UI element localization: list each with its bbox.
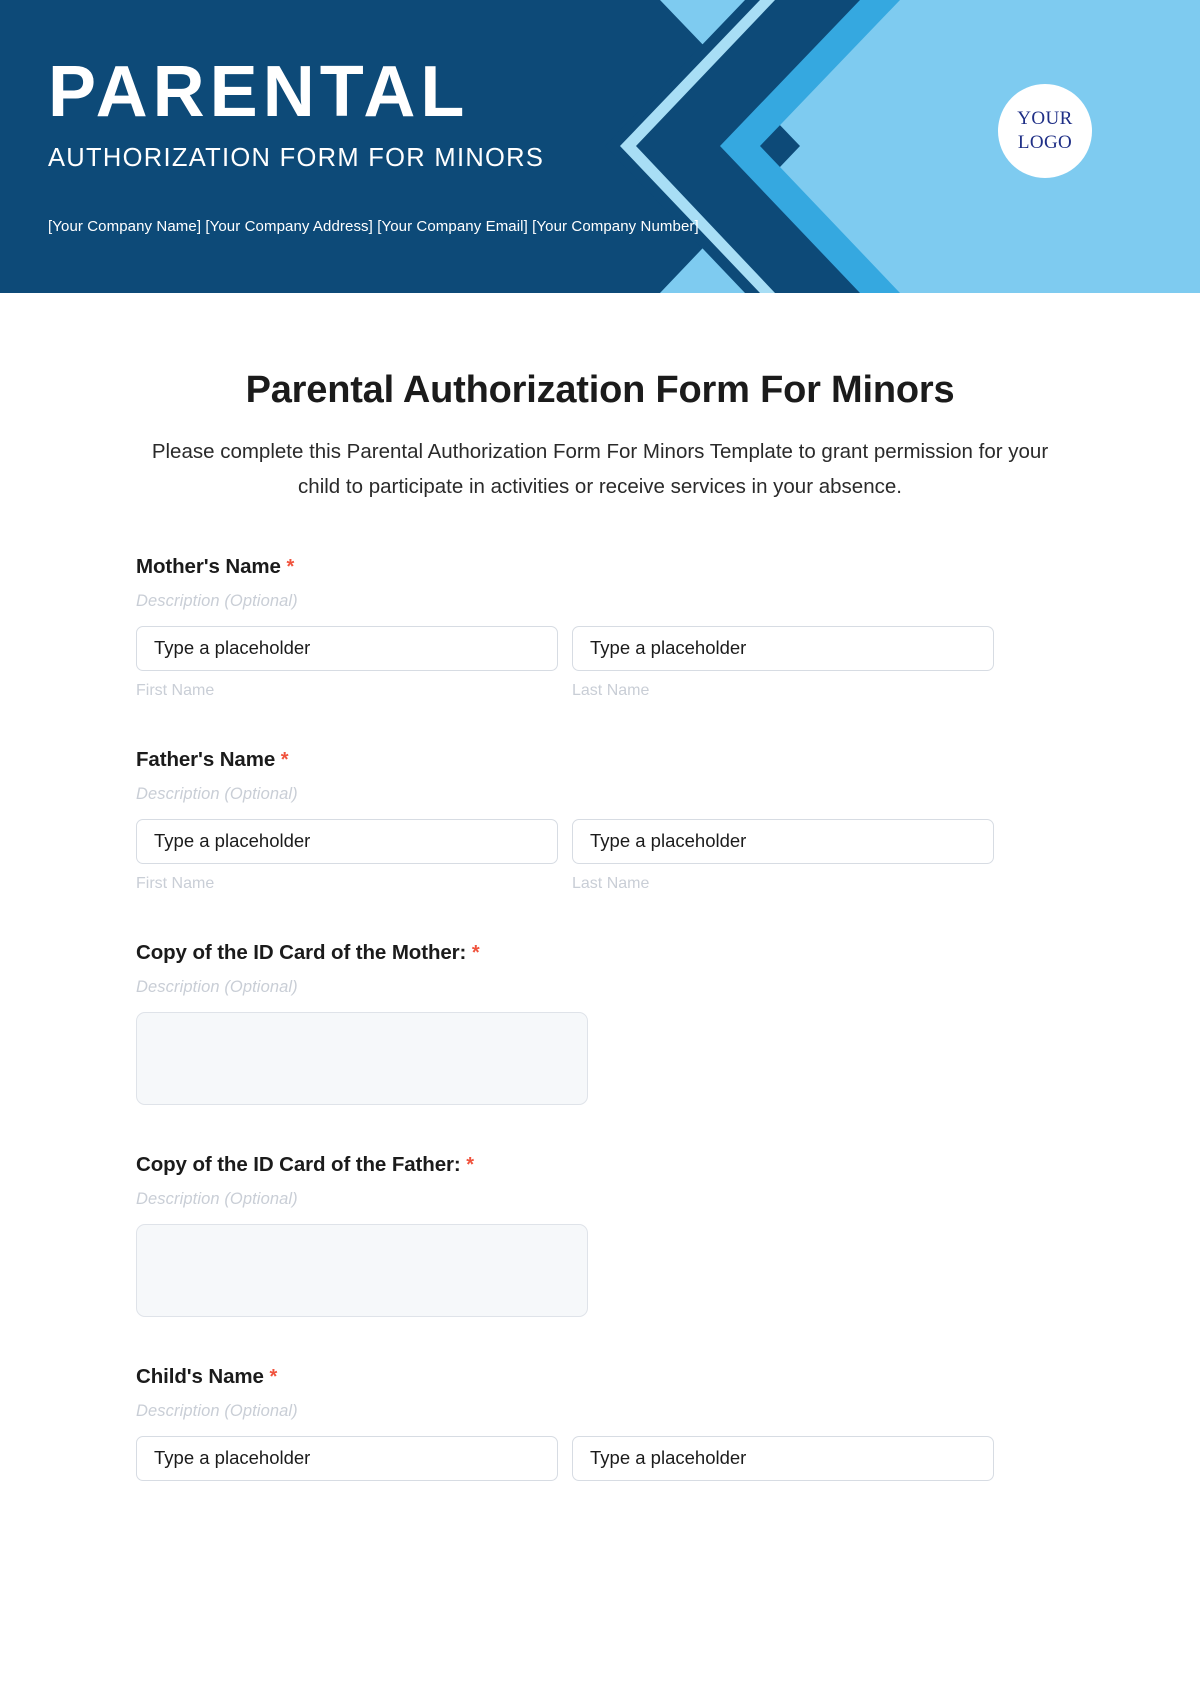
field-label-text: Father's Name (136, 747, 276, 771)
first-name-col (136, 1435, 558, 1481)
page-title: Parental Authorization Form For Minors (245, 369, 955, 411)
field-label: Copy of the ID Card of the Father: * (136, 1153, 1064, 1177)
field-label: Father's Name * (136, 748, 1064, 772)
first-name-sublabel: First Name (136, 681, 215, 699)
field-label-text: Copy of the ID Card of the Mother: (136, 940, 467, 964)
name-input-row: First Name Last Name (136, 818, 1064, 893)
field-label-text: Child's Name (136, 1364, 264, 1388)
company-info-line: [Your Company Name] [Your Company Addres… (48, 218, 699, 235)
required-marker: * (280, 748, 289, 771)
fathers-last-name-input[interactable] (572, 818, 994, 864)
required-marker: * (471, 941, 480, 964)
first-name-sublabel: First Name (136, 874, 215, 892)
logo-line-2: LOGO (1017, 132, 1073, 153)
first-name-col: First Name (136, 625, 558, 700)
field-label-text: Mother's Name (136, 554, 281, 578)
required-marker: * (466, 1153, 474, 1176)
field-label: Copy of the ID Card of the Mother: * (136, 941, 1064, 965)
logo-placeholder: YOUR LOGO (998, 84, 1092, 178)
last-name-col: Last Name (572, 625, 994, 700)
field-description: Description (Optional) (136, 784, 298, 803)
last-name-col: Last Name (572, 818, 994, 893)
childs-last-name-input[interactable] (572, 1435, 994, 1481)
fathers-first-name-input[interactable] (136, 818, 558, 864)
father-id-upload-box[interactable] (136, 1223, 588, 1317)
last-name-sublabel: Last Name (572, 874, 650, 892)
field-childs-name: Child's Name * Description (Optional) (136, 1365, 1064, 1481)
last-name-col (572, 1435, 994, 1481)
field-label-text: Copy of the ID Card of the Father: (136, 1152, 461, 1176)
first-name-col: First Name (136, 818, 558, 893)
name-input-row (136, 1435, 1064, 1481)
required-marker: * (286, 555, 295, 578)
form-body: Parental Authorization Form For Minors P… (0, 369, 1200, 1481)
name-input-row: First Name Last Name (136, 625, 1064, 700)
header-brand: PARENTAL AUTHORIZATION FORM FOR MINORS (48, 56, 544, 173)
form-description: Please complete this Parental Authorizat… (151, 440, 1049, 499)
field-description: Description (Optional) (136, 1401, 298, 1420)
field-mothers-name: Mother's Name * Description (Optional) F… (136, 555, 1064, 700)
field-fathers-name: Father's Name * Description (Optional) F… (136, 748, 1064, 893)
field-label: Mother's Name * (136, 555, 1064, 579)
field-description: Description (Optional) (136, 977, 298, 996)
field-description: Description (Optional) (136, 1189, 298, 1208)
mother-id-upload-box[interactable] (136, 1011, 588, 1105)
field-description: Description (Optional) (136, 591, 298, 610)
field-mother-id-card: Copy of the ID Card of the Mother: * Des… (136, 941, 1064, 1105)
mothers-last-name-input[interactable] (572, 625, 994, 671)
brand-title: PARENTAL (48, 52, 470, 132)
last-name-sublabel: Last Name (572, 681, 650, 699)
field-father-id-card: Copy of the ID Card of the Father: * Des… (136, 1153, 1064, 1317)
page-header: PARENTAL AUTHORIZATION FORM FOR MINORS [… (0, 0, 1200, 293)
brand-subtitle: AUTHORIZATION FORM FOR MINORS (48, 144, 545, 172)
field-label: Child's Name * (136, 1365, 1064, 1389)
childs-first-name-input[interactable] (136, 1435, 558, 1481)
logo-line-1: YOUR (1017, 107, 1073, 129)
mothers-first-name-input[interactable] (136, 625, 558, 671)
required-marker: * (269, 1365, 278, 1388)
